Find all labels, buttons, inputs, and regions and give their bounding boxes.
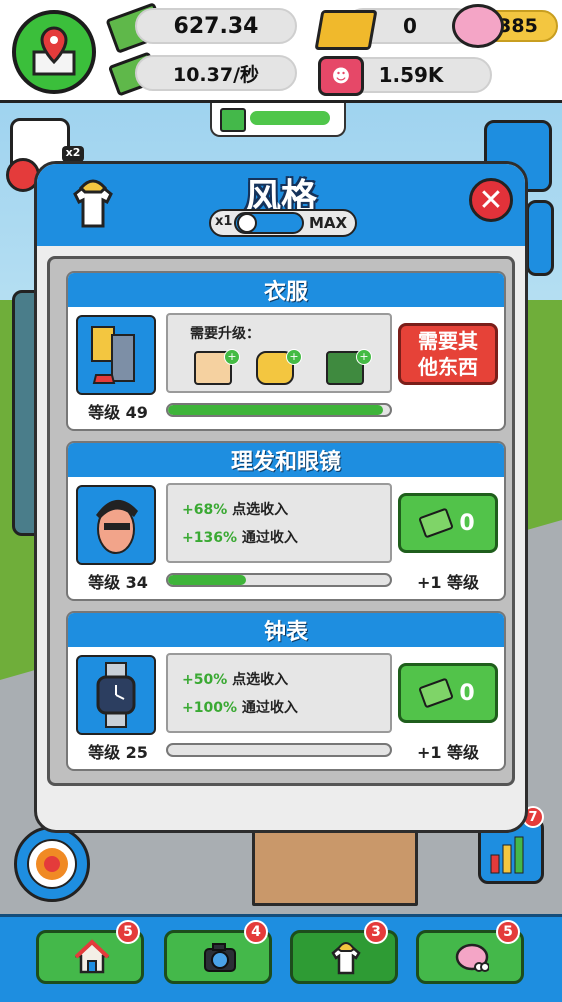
side-right-item[interactable] bbox=[526, 200, 554, 276]
multiplier-switch-knob[interactable] bbox=[237, 213, 257, 233]
battery-icon bbox=[220, 108, 246, 132]
upgrade-card-clothes: 衣服 等级 49 需要升级： + + + 需要其 他东西 bbox=[66, 271, 506, 431]
upgrade-card-haircut: 理发和眼镜 等级 34 +68% 点选收入 +136% 通过收入 0 +1 等级 bbox=[66, 441, 506, 601]
plus-level-label: +1 等级 bbox=[416, 573, 480, 592]
level-progress-bar bbox=[166, 743, 392, 757]
cash-rate-counter: 10.37/秒 bbox=[135, 55, 297, 91]
fame-person-icon: ☻ bbox=[318, 56, 364, 96]
watch-picture bbox=[76, 655, 156, 735]
card-level: 等级 34 bbox=[88, 573, 148, 592]
bonus-label: 通过收入 bbox=[241, 530, 298, 546]
buy-price: 0 bbox=[459, 510, 475, 536]
buy-upgrade-button[interactable]: 0 bbox=[398, 663, 498, 723]
bonus-label: 通过收入 bbox=[241, 700, 298, 716]
clothes-icon bbox=[91, 326, 135, 384]
bonus-value: +68% bbox=[182, 502, 228, 518]
bonus-label: 点选收入 bbox=[232, 502, 289, 518]
level-progress-bar bbox=[166, 403, 392, 417]
cash-icon bbox=[418, 507, 455, 539]
close-icon: ✕ bbox=[478, 182, 504, 218]
haircut-picture bbox=[76, 485, 156, 565]
requirements-box: 需要升级： + + + bbox=[166, 313, 392, 393]
card-title: 钟表 bbox=[68, 613, 504, 647]
plus-icon: + bbox=[224, 349, 240, 365]
style-modal: 风格 ✕ x1 MAX 衣服 等级 49 需要升级： + + + 需要其 他东西… bbox=[34, 161, 528, 833]
card-level: 等级 25 bbox=[88, 743, 148, 762]
cash-counter: 627.34 bbox=[135, 8, 297, 44]
upgrade-card-watch: 钟表 等级 25 +50% 点选收入 +100% 通过收入 0 +1 等级 bbox=[66, 611, 506, 771]
level-progress-fill bbox=[168, 575, 246, 585]
multiplier-max-label: MAX bbox=[309, 214, 348, 232]
card-title: 衣服 bbox=[68, 273, 504, 307]
card-title: 理发和眼镜 bbox=[68, 443, 504, 477]
house-icon bbox=[75, 939, 109, 974]
level-progress-fill bbox=[168, 405, 384, 415]
passive-income-bonus: +100% 通过收入 bbox=[182, 697, 298, 717]
requirements-title: 需要升级： bbox=[190, 326, 260, 342]
cash-icon bbox=[418, 677, 455, 709]
passive-income-bonus: +136% 通过收入 bbox=[182, 527, 298, 547]
card-level: 等级 49 bbox=[88, 403, 148, 422]
nav-home-badge: 5 bbox=[116, 920, 140, 944]
nav-brain-badge: 5 bbox=[496, 920, 520, 944]
buy-upgrade-button[interactable]: 0 bbox=[398, 493, 498, 553]
multiplier-x1-label: x1 bbox=[215, 214, 233, 229]
shirt-icon bbox=[331, 942, 361, 975]
clothes-picture bbox=[76, 315, 156, 395]
level-progress-bar bbox=[166, 573, 392, 587]
bonus-box: +68% 点选收入 +136% 通过收入 bbox=[166, 483, 392, 563]
gold-bars-icon bbox=[314, 10, 378, 50]
buy-price: 0 bbox=[459, 680, 475, 706]
target-icon bbox=[27, 839, 77, 889]
bonus-box: +50% 点选收入 +100% 通过收入 bbox=[166, 653, 392, 733]
bonus-value: +100% bbox=[182, 700, 237, 716]
map-pin-icon bbox=[32, 26, 76, 76]
plus-icon: + bbox=[356, 349, 372, 365]
upgrade-list: 衣服 等级 49 需要升级： + + + 需要其 他东西 理发和眼镜 等级 34… bbox=[47, 256, 515, 786]
boost-progress-bar bbox=[250, 111, 330, 125]
bonus-value: +136% bbox=[182, 530, 237, 546]
need-other-button[interactable]: 需要其 他东西 bbox=[398, 323, 498, 385]
target-button[interactable] bbox=[14, 826, 90, 902]
piggy-bank-icon[interactable] bbox=[452, 4, 504, 48]
nav-camera-badge: 4 bbox=[244, 920, 268, 944]
map-button[interactable] bbox=[12, 10, 96, 94]
nav-style-badge: 3 bbox=[364, 920, 388, 944]
bonus-value: +50% bbox=[182, 672, 228, 688]
bonus-label: 点选收入 bbox=[232, 672, 289, 688]
close-button[interactable]: ✕ bbox=[469, 178, 513, 222]
plus-level-label: +1 等级 bbox=[416, 743, 480, 762]
plus-icon: + bbox=[286, 349, 302, 365]
face-glasses-icon bbox=[96, 499, 138, 554]
tap-income-bonus: +50% 点选收入 bbox=[182, 669, 288, 689]
brain-icon bbox=[455, 943, 489, 972]
side-multiplier-badge: x2 bbox=[62, 146, 84, 162]
tap-income-bonus: +68% 点选收入 bbox=[182, 499, 288, 519]
watch-icon bbox=[96, 662, 136, 728]
camera-icon bbox=[204, 943, 236, 972]
